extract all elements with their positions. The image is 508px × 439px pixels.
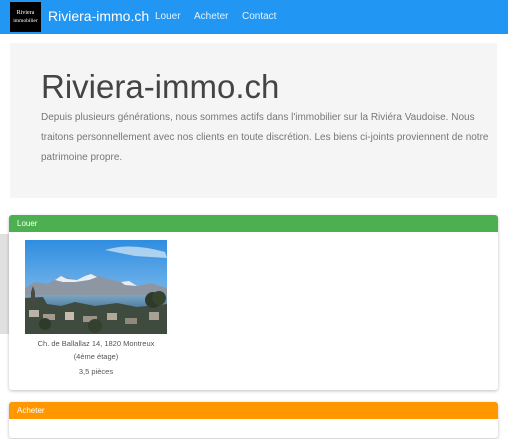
- nav-link-louer[interactable]: Louer: [155, 11, 181, 22]
- nav-link-acheter[interactable]: Acheter: [194, 11, 228, 22]
- logo-line-2: immobilier: [13, 18, 38, 24]
- jumbotron: Riviera-immo.ch Depuis plusieurs générat…: [10, 43, 497, 198]
- left-edge-strip: [0, 234, 9, 334]
- logo-line-1: Riviera: [16, 10, 35, 16]
- navbar: Riviera immobilier Riviera-immo.ch Louer…: [0, 0, 508, 34]
- brand-link[interactable]: Riviera-immo.ch: [48, 8, 149, 24]
- acheter-panel-heading: Acheter: [9, 402, 498, 419]
- listing-address: Ch. de Ballallaz 14, 1820 Montreux (4ème…: [37, 339, 155, 361]
- louer-panel-heading: Louer: [9, 215, 498, 232]
- listing-rooms: 3,5 pièces: [78, 367, 114, 376]
- listing-card[interactable]: Ch. de Ballallaz 14, 1820 Montreux (4ème…: [25, 240, 167, 378]
- page-title: Riviera-immo.ch: [41, 68, 280, 105]
- listing-photo[interactable]: [25, 240, 167, 334]
- acheter-panel: Acheter: [9, 402, 498, 438]
- louer-panel: Louer Ch. de Ballallaz 14, 1820 Montreux…: [9, 215, 498, 390]
- logo[interactable]: Riviera immobilier: [10, 2, 41, 32]
- nav-link-contact[interactable]: Contact: [242, 11, 276, 22]
- intro-text: Depuis plusieurs générations, nous somme…: [41, 112, 489, 163]
